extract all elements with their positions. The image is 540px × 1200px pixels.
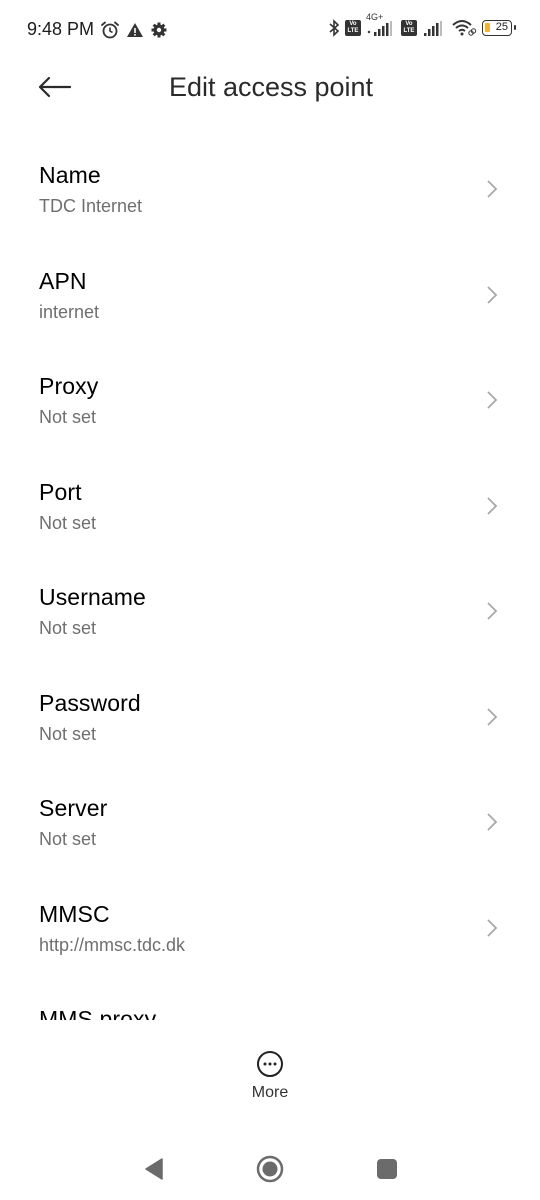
setting-title: Username [39,584,146,610]
more-button[interactable]: More [240,1048,300,1108]
warning-icon [127,23,143,37]
setting-title: Name [39,162,101,188]
more-horizontal-circle-icon [257,1051,283,1077]
signal-icon: 4G+ [366,12,396,38]
setting-item-name[interactable]: Name TDC Internet [0,140,540,246]
app-bar: Edit access point [0,60,540,116]
wifi-icon [452,20,477,36]
chevron-right-icon [487,813,498,831]
setting-item-mms-proxy[interactable]: MMS proxy [0,984,540,1020]
setting-item-port[interactable]: Port Not set [0,457,540,563]
setting-item-server[interactable]: Server Not set [0,773,540,879]
settings-gear-icon [151,22,167,38]
setting-item-password[interactable]: Password Not set [0,668,540,774]
nav-recents-button[interactable] [372,1154,402,1184]
bottom-action-bar: More [0,1048,540,1108]
setting-title: Port [39,478,82,505]
battery-icon: 25 [482,20,516,36]
chevron-right-icon [487,285,498,304]
nav-back-icon [145,1158,163,1180]
nav-home-button[interactable] [255,1154,285,1184]
setting-title: Server [39,795,108,821]
settings-list[interactable]: Name TDC Internet APN internet Proxy Not… [0,140,540,1020]
setting-item-proxy[interactable]: Proxy Not set [0,351,540,457]
setting-value: Not set [39,829,97,849]
status-bar: 9:48 PM Vo LTE 4G+ Vo LTE 25 [0,0,540,60]
status-right-icons: Vo LTE 4G+ Vo LTE 25 [328,12,516,38]
chevron-right-icon [487,391,498,409]
volte-icon: Vo LTE [345,20,361,36]
nav-back-button[interactable] [140,1154,170,1184]
setting-item-username[interactable]: Username Not set [0,562,540,668]
nav-recents-icon [377,1159,397,1179]
more-label: More [251,1084,289,1101]
page-title: Edit access point [168,72,374,102]
setting-value: Not set [39,723,97,744]
volte-icon-sim2: Vo LTE [401,20,417,36]
chevron-right-icon [487,180,498,198]
status-left-icons [100,20,168,40]
setting-title: Proxy [39,373,99,399]
setting-value: TDC Internet [39,196,143,216]
chevron-right-icon [487,918,498,937]
nav-home-icon [256,1155,284,1183]
setting-item-apn[interactable]: APN internet [0,246,540,352]
system-nav-bar [0,1140,540,1200]
setting-title: Password [39,689,141,716]
setting-title: APN [39,267,87,294]
setting-value: internet [39,301,100,322]
setting-value: Not set [39,407,97,427]
alarm-icon [101,21,119,39]
status-time: 9:48 PM [27,19,95,39]
setting-title: MMSC [39,900,110,927]
setting-value: Not set [39,512,97,533]
chevron-right-icon [487,602,498,620]
setting-title: MMS proxy [39,1006,157,1020]
signal-icon-sim2 [424,21,442,36]
setting-item-mmsc[interactable]: MMSC http://mmsc.tdc.dk [0,879,540,985]
setting-value: http://mmsc.tdc.dk [39,934,186,955]
chevron-right-icon [487,707,498,726]
bluetooth-icon [329,19,340,37]
chevron-right-icon [487,496,498,515]
setting-value: Not set [39,618,97,638]
